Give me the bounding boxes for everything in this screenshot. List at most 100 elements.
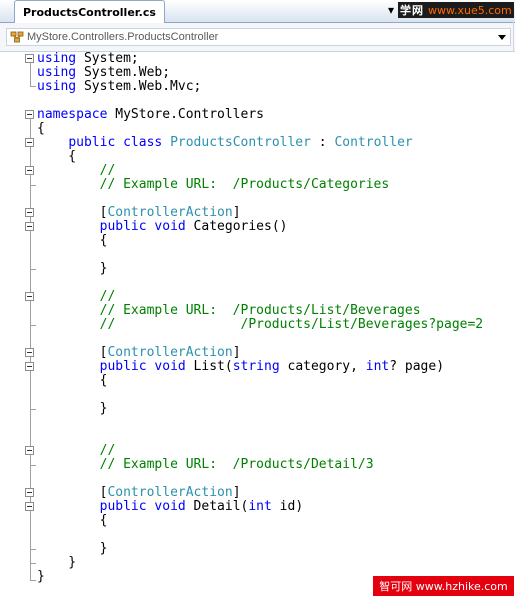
class-path-text: MyStore.Controllers.ProductsController [27, 31, 219, 43]
tab-list-dropdown-icon[interactable]: ▾ [384, 2, 398, 18]
code-token: ? page) [389, 359, 445, 374]
code-token: Categories() [185, 219, 288, 234]
code-line[interactable] [37, 430, 483, 444]
code-token: void [154, 359, 186, 374]
code-line[interactable]: } [37, 262, 483, 276]
code-line[interactable]: } [37, 556, 483, 570]
outline-end [30, 580, 36, 581]
code-line[interactable]: } [37, 402, 483, 416]
collapse-namespace-icon[interactable] [25, 110, 34, 119]
code-line[interactable] [37, 528, 483, 542]
collapse-usings-icon[interactable] [25, 54, 34, 63]
code-token: [ [37, 345, 108, 360]
collapse-comment-icon[interactable] [25, 446, 34, 455]
code-line[interactable]: using System; [37, 52, 483, 66]
code-line[interactable]: using System.Web; [37, 66, 483, 80]
collapse-comment-icon[interactable] [25, 166, 34, 175]
code-line[interactable]: namespace MyStore.Controllers [37, 108, 483, 122]
code-line[interactable] [37, 248, 483, 262]
code-line[interactable]: public void Detail(int id) [37, 500, 483, 514]
collapse-method-detail-icon[interactable] [25, 502, 34, 511]
code-line[interactable] [37, 192, 483, 206]
tab-productscontroller[interactable]: ProductsController.cs [14, 0, 165, 24]
code-token: System.Web; [76, 65, 171, 80]
code-token: MyStore.Controllers [107, 107, 264, 122]
code-token: // [99, 289, 116, 304]
code-line[interactable]: { [37, 514, 483, 528]
code-line[interactable]: public void List(string category, int? p… [37, 360, 483, 374]
outline-end [30, 185, 36, 186]
code-token: string [232, 359, 280, 374]
code-line[interactable] [37, 94, 483, 108]
watermark-top-url: www.xue5.com [428, 3, 512, 17]
code-line[interactable]: // [37, 164, 483, 178]
code-line[interactable]: } [37, 542, 483, 556]
code-token: : [310, 135, 335, 150]
code-token: { [37, 513, 108, 528]
outline-end [30, 409, 36, 410]
code-editor[interactable]: using System; using System.Web; using Syst… [0, 52, 515, 597]
code-line[interactable]: // Example URL: /Products/Detail/3 [37, 458, 483, 472]
collapse-method-list-icon[interactable] [25, 362, 34, 371]
code-line[interactable] [37, 332, 483, 346]
code-line[interactable]: public void Categories() [37, 220, 483, 234]
code-line[interactable]: { [37, 122, 483, 136]
collapse-comment-icon[interactable] [25, 292, 34, 301]
class-dropdown[interactable]: MyStore.Controllers.ProductsController [6, 28, 511, 46]
code-line[interactable]: // Example URL: /Products/List/Beverages [37, 304, 483, 318]
code-line[interactable]: [ControllerAction] [37, 206, 483, 220]
code-line[interactable]: { [37, 234, 483, 248]
code-line[interactable]: { [37, 374, 483, 388]
code-token: ProductsController [170, 135, 311, 150]
code-line[interactable] [37, 472, 483, 486]
collapse-class-icon[interactable] [25, 138, 34, 147]
code-token: void [154, 219, 186, 234]
collapse-attribute-icon[interactable] [25, 348, 34, 357]
code-line[interactable] [37, 276, 483, 290]
code-token: public [99, 219, 147, 234]
document-tab-strip: ProductsController.cs ▾ 学网 www.xue5.com [0, 0, 515, 24]
collapse-attribute-icon[interactable] [25, 208, 34, 217]
code-text[interactable]: using System; using System.Web; using Syst… [37, 52, 483, 584]
code-line[interactable]: // Example URL: /Products/Categories [37, 178, 483, 192]
code-line[interactable]: [ControllerAction] [37, 346, 483, 360]
code-line[interactable] [37, 416, 483, 430]
outline-end [30, 563, 36, 564]
code-line[interactable]: { [37, 150, 483, 164]
code-line[interactable]: // /Products/List/Beverages?page=2 [37, 317, 484, 332]
code-line[interactable]: using System.Web.Mvc; [37, 80, 483, 94]
code-line[interactable]: [ControllerAction] [37, 486, 483, 500]
chevron-down-icon[interactable] [497, 32, 507, 42]
code-token: System; [76, 51, 139, 66]
code-line[interactable]: // [37, 290, 483, 304]
watermark-top: 学网 www.xue5.com [398, 2, 514, 18]
watermark-top-cn: 学网 [400, 4, 424, 17]
collapse-attribute-icon[interactable] [25, 488, 34, 497]
code-token: } [37, 401, 108, 416]
code-token: using [37, 79, 77, 94]
code-token: ] [232, 345, 241, 360]
code-token: [ [37, 205, 108, 220]
code-line[interactable]: public class ProductsController : Contro… [37, 136, 483, 150]
code-token: int [365, 359, 390, 374]
navigation-bar: MyStore.Controllers.ProductsController [0, 23, 515, 52]
code-token: namespace [37, 107, 108, 122]
code-line[interactable] [37, 388, 483, 402]
code-token: // Example URL: /Products/List/Beverages [99, 303, 421, 318]
code-token: public [99, 499, 147, 514]
outline-end [30, 549, 36, 550]
code-token: [ [37, 485, 108, 500]
code-line[interactable]: // [37, 444, 483, 458]
collapse-method-categories-icon[interactable] [25, 222, 34, 231]
code-token: } [37, 569, 45, 584]
